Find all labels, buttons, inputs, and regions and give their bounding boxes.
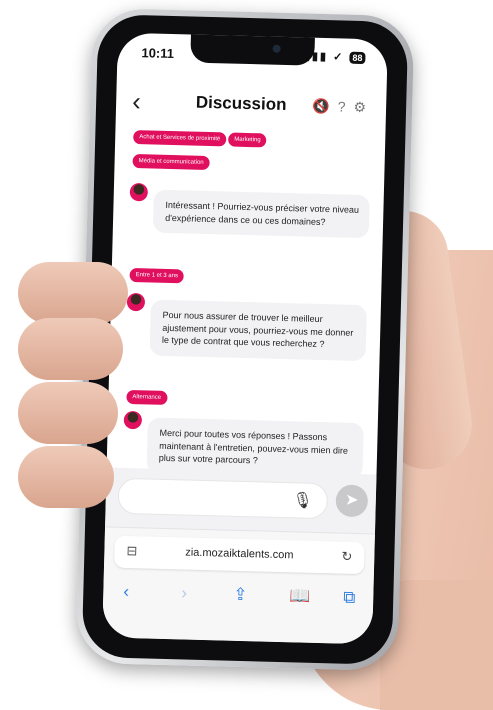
share-icon[interactable]: ⇪ [233, 585, 248, 605]
bot-avatar [123, 410, 143, 430]
chip-sector: Média et communication [132, 153, 210, 171]
send-button[interactable]: ➤ [335, 484, 369, 518]
reply-chip-wrap: Alternance [126, 385, 169, 410]
front-camera [272, 44, 281, 53]
bot-message: Pour nous assurer de trouver le meilleur… [125, 292, 367, 389]
message-bubble: Intéressant ! Pourriez-vous préciser vot… [152, 189, 370, 239]
chip-sector: Marketing [228, 132, 267, 148]
selected-chips: Achat et Services de proximité Marketing … [132, 125, 269, 177]
reply-chip-wrap: Entre 1 et 3 ans [129, 263, 186, 288]
hand-finger [18, 318, 123, 380]
message-input[interactable]: 🎙 [117, 477, 329, 520]
phone-device: 10:11 ▮▮▮ ✓ 88 ‹ Discussion 🔇?⚙ Achat et… [75, 7, 415, 672]
reply-chip: Entre 1 et 3 ans [129, 267, 185, 284]
bot-avatar [126, 292, 146, 312]
chip-sector: Achat et Services de proximité [133, 130, 227, 147]
message-bubble: Pour nous assurer de trouver le meilleur… [149, 299, 367, 361]
settings-icon[interactable]: ⚙ [353, 99, 374, 116]
chat-thread[interactable]: Achat et Services de proximité Marketing … [107, 125, 386, 479]
microphone-icon[interactable]: 🎙 [292, 490, 313, 511]
phone-screen: 10:11 ▮▮▮ ✓ 88 ‹ Discussion 🔇?⚙ Achat et… [102, 32, 388, 645]
help-icon[interactable]: ? [338, 98, 354, 114]
browser-chrome: ⊟ zia.mozaiktalents.com ↻ ‹ › ⇪ 📖 ⧉ [102, 526, 375, 645]
chevron-left-icon[interactable]: ‹ [132, 86, 141, 116]
message-composer: 🎙 ➤ [105, 467, 377, 535]
battery-icon: 88 [349, 51, 366, 65]
send-icon: ➤ [344, 491, 359, 510]
back-icon[interactable]: ‹ [123, 582, 129, 602]
url-text: zia.mozaiktalents.com [185, 546, 294, 562]
page-title: Discussion [195, 92, 287, 115]
forward-icon[interactable]: › [181, 583, 187, 603]
hand-finger [18, 446, 114, 508]
hand-finger [18, 382, 118, 444]
voice-off-icon[interactable]: 🔇 [312, 98, 338, 115]
header-actions: 🔇?⚙ [312, 98, 374, 117]
url-bar[interactable]: ⊟ zia.mozaiktalents.com ↻ [113, 535, 365, 575]
bookmarks-icon[interactable]: 📖 [289, 586, 311, 607]
notch [190, 32, 315, 66]
chat-header: ‹ Discussion 🔇?⚙ [116, 86, 387, 124]
hand-finger [18, 262, 128, 324]
browser-toolbar: ‹ › ⇪ 📖 ⧉ [103, 581, 374, 612]
reply-chip: Alternance [126, 389, 168, 405]
phone-bezel: 10:11 ▮▮▮ ✓ 88 ‹ Discussion 🔇?⚙ Achat et… [81, 14, 409, 665]
bot-avatar [129, 182, 149, 202]
bot-message: Intéressant ! Pourriez-vous préciser vot… [128, 182, 370, 259]
status-time: 10:11 [141, 45, 175, 62]
reload-icon[interactable]: ↻ [341, 549, 352, 565]
tabs-icon[interactable]: ⧉ [343, 588, 356, 608]
